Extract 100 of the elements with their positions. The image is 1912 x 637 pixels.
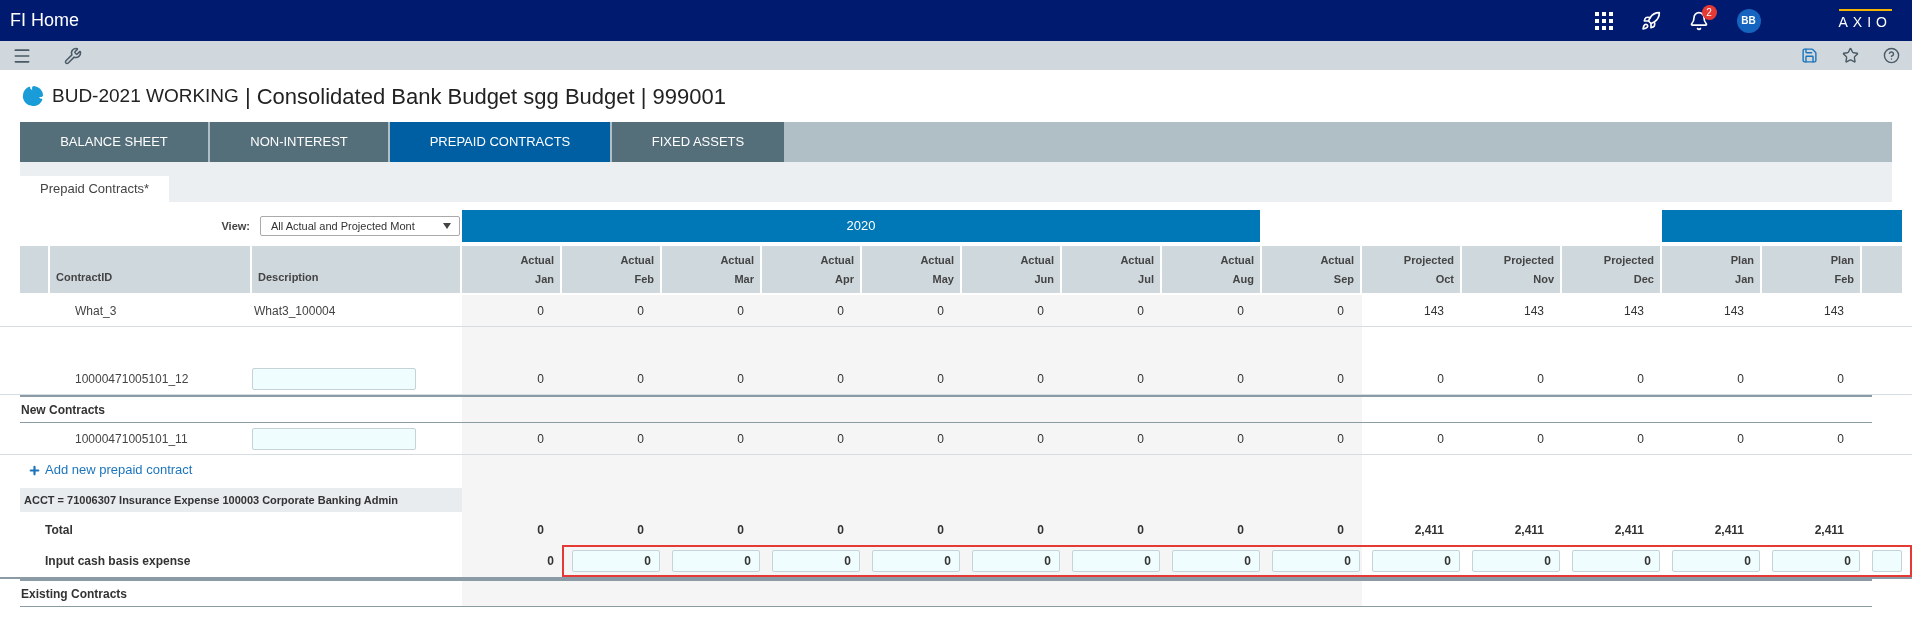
- value-cell-text: 0: [936, 370, 945, 388]
- rocket-icon[interactable]: [1640, 10, 1661, 31]
- year-band: 2020: [462, 210, 1260, 242]
- value-cell-text: 143: [1522, 302, 1545, 320]
- section-label: Existing Contracts: [20, 585, 128, 603]
- value-cell-text: 0: [1036, 370, 1045, 388]
- value-cell-text: 0: [736, 430, 745, 448]
- value-cell-text: 0: [1836, 430, 1845, 448]
- value-cell-text: 0: [636, 302, 645, 320]
- period-header: Actual Jan: [462, 246, 560, 293]
- view-dropdown[interactable]: All Actual and Projected Mont: [260, 216, 460, 236]
- value-cell-text: 0: [1236, 370, 1245, 388]
- value-cell-text: 0: [1736, 370, 1745, 388]
- amount-input[interactable]: [1872, 550, 1902, 572]
- contract-id: 10000471005101_12: [75, 370, 189, 388]
- amount-input[interactable]: 0: [1372, 550, 1460, 572]
- value-cell-text: 0: [1336, 302, 1345, 320]
- value-cell-text: 0: [1036, 522, 1045, 539]
- tab[interactable]: NON-INTEREST: [210, 122, 388, 162]
- notification-badge: 2: [1701, 4, 1717, 20]
- value-cell-text: 0: [1336, 430, 1345, 448]
- value-cell-text: 0: [1036, 302, 1045, 320]
- value-cell-text: 0: [536, 370, 545, 388]
- value-cell-text: 143: [1422, 302, 1445, 320]
- caret-icon: [443, 223, 451, 229]
- value-cell-text: 0: [1236, 522, 1245, 539]
- amount-input[interactable]: 0: [1772, 550, 1860, 572]
- value-cell-text: 2,411: [1813, 522, 1845, 539]
- amount-input[interactable]: 0: [1272, 550, 1360, 572]
- value-cell-text: 0: [836, 370, 845, 388]
- amount-input[interactable]: 0: [1172, 550, 1260, 572]
- add-contract-link[interactable]: Add new prepaid contract: [28, 460, 193, 480]
- tab[interactable]: PREPAID CONTRACTS: [390, 122, 610, 162]
- value-cell-text: 143: [1822, 302, 1845, 320]
- amount-input[interactable]: 0: [1472, 550, 1560, 572]
- tab[interactable]: FIXED ASSETS: [612, 122, 784, 162]
- value-cell-text: 0: [1636, 370, 1645, 388]
- value-cell-text: 0: [1336, 522, 1345, 539]
- value-cell-text: 0: [1736, 430, 1745, 448]
- value-cell-text: 0: [836, 522, 845, 539]
- row-label: Total: [45, 522, 73, 539]
- description-field[interactable]: [252, 367, 416, 390]
- period-header: Actual Feb: [562, 246, 660, 293]
- app-title: FI Home: [10, 9, 79, 32]
- amount-input[interactable]: 0: [772, 550, 860, 572]
- star-icon[interactable]: [1842, 47, 1859, 64]
- description-field[interactable]: [252, 427, 416, 450]
- value-cell-text: 0: [1236, 430, 1245, 448]
- value-cell-text: 0: [1136, 430, 1145, 448]
- value-cell-text: 0: [536, 430, 545, 448]
- value-cell-text: 0: [1236, 302, 1245, 320]
- account-header: ACCT = 71006307 Insurance Expense 100003 Corporate Banking Admin: [20, 488, 462, 512]
- wrench-icon[interactable]: [64, 46, 82, 65]
- value-cell-text: 0: [736, 302, 745, 320]
- description-text: What3_100004: [253, 302, 336, 320]
- amount-input[interactable]: 0: [1672, 550, 1760, 572]
- value-cell-text: 0: [1336, 370, 1345, 388]
- page-code: BUD-2021 WORKING: [52, 83, 239, 108]
- value-cell-text: 0: [1536, 430, 1545, 448]
- period-header: Actual Jul: [1062, 246, 1160, 293]
- contract-id: 10000471005101_11: [75, 430, 188, 448]
- column-header: ContractID: [50, 246, 250, 293]
- value-cell-text: 0: [736, 522, 745, 539]
- amount-input[interactable]: 0: [972, 550, 1060, 572]
- value-cell-text: 0: [1636, 430, 1645, 448]
- amount-input[interactable]: 0: [1572, 550, 1660, 572]
- value-cell-text: 0: [736, 370, 745, 388]
- value-cell-text: 143: [1722, 302, 1745, 320]
- value-cell-text: 0: [1536, 370, 1545, 388]
- period-header: Actual May: [862, 246, 960, 293]
- value-cell-text: 0: [936, 522, 945, 539]
- view-label: View:: [221, 218, 250, 234]
- apps-grid-icon[interactable]: [1594, 11, 1613, 30]
- tab[interactable]: BALANCE SHEET: [20, 122, 208, 162]
- value-cell-text: 0: [1136, 302, 1145, 320]
- amount-input[interactable]: 0: [1072, 550, 1160, 572]
- help-icon[interactable]: [1883, 47, 1900, 64]
- period-header: Plan Jan: [1662, 246, 1760, 293]
- period-header: Projected Nov: [1462, 246, 1560, 293]
- period-header: Projected Oct: [1362, 246, 1460, 293]
- header-cell: [20, 246, 48, 293]
- value-cell-text: 0: [1036, 430, 1045, 448]
- logo: AXIO: [1838, 8, 1892, 33]
- page-title: | Consolidated Bank Budget sgg Budget | 999001: [244, 82, 726, 111]
- value-cell-text: 0: [536, 522, 545, 539]
- sub-tab[interactable]: Prepaid Contracts*: [20, 176, 170, 202]
- value-cell-text: 0: [1136, 522, 1145, 539]
- value-cell-text: 0: [936, 302, 945, 320]
- value-cell-text: 2,411: [1513, 522, 1545, 539]
- save-icon[interactable]: [1801, 47, 1818, 64]
- amount-input[interactable]: 0: [572, 550, 660, 572]
- amount-input[interactable]: 0: [672, 550, 760, 572]
- value-cell-text: 0: [1836, 370, 1845, 388]
- amount-input[interactable]: 0: [872, 550, 960, 572]
- period-header: Actual Aug: [1162, 246, 1260, 293]
- value-cell-text: 0: [546, 553, 555, 570]
- section-label: New Contracts: [20, 401, 106, 419]
- column-header: Description: [252, 246, 460, 293]
- user-avatar[interactable]: BB: [1736, 8, 1761, 33]
- value-cell-text: 143: [1622, 302, 1645, 320]
